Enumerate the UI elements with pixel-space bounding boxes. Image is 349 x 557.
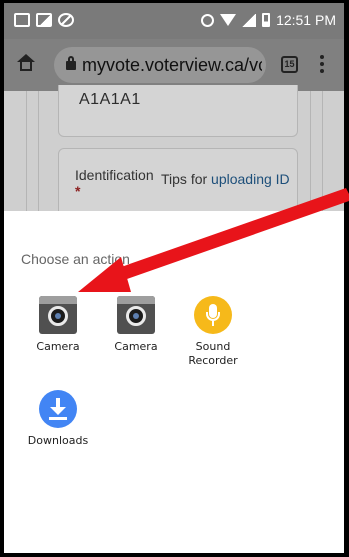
phone-screen: 12:51 PM myvote.voterview.ca/vc 15 A1A1A… — [4, 3, 344, 553]
mail-icon — [14, 13, 30, 27]
screenshot-frame: 12:51 PM myvote.voterview.ca/vc 15 A1A1A… — [0, 0, 349, 557]
identification-label: Identification — [75, 167, 154, 183]
url-text: myvote.voterview.ca/vc — [82, 55, 262, 75]
image-icon — [36, 13, 52, 27]
action-camera-1[interactable]: Camera — [20, 296, 96, 354]
divider — [38, 91, 39, 211]
action-camera-2[interactable]: Camera — [98, 296, 174, 354]
tab-switcher-button[interactable]: 15 — [281, 56, 298, 73]
postal-code-field[interactable]: A1A1A1 — [58, 85, 298, 137]
action-label: Sound Recorder — [188, 340, 238, 367]
required-mark: * — [75, 183, 81, 199]
page-content: A1A1A1 Identification * Tips for uploadi… — [4, 85, 344, 218]
wifi-icon — [220, 14, 237, 26]
postal-code-value: A1A1A1 — [79, 91, 141, 108]
tips-prefix: Tips for — [161, 171, 208, 187]
alarm-icon — [201, 13, 215, 27]
lock-icon — [66, 56, 76, 70]
system-icons: 12:51 PM — [201, 12, 336, 28]
action-label: Camera — [36, 340, 80, 353]
microphone-icon — [194, 296, 232, 334]
battery-icon — [262, 13, 271, 27]
block-icon — [58, 13, 74, 27]
action-sound-recorder[interactable]: Sound Recorder — [175, 296, 251, 368]
divider — [322, 91, 323, 211]
action-label: Camera — [114, 340, 158, 353]
sheet-title: Choose an action — [21, 251, 130, 267]
url-bar[interactable]: myvote.voterview.ca/vc — [54, 47, 266, 83]
camera-icon — [117, 296, 155, 334]
divider — [310, 91, 311, 211]
status-bar: 12:51 PM — [4, 3, 344, 39]
signal-icon — [242, 13, 257, 27]
download-icon — [39, 390, 77, 428]
home-icon[interactable] — [17, 54, 35, 72]
upload-tips: Tips for uploading ID — [161, 169, 291, 189]
browser-toolbar: myvote.voterview.ca/vc 15 — [4, 39, 344, 91]
action-downloads[interactable]: Downloads — [20, 390, 96, 448]
camera-icon — [39, 296, 77, 334]
divider — [26, 91, 27, 211]
action-label: Downloads — [27, 434, 89, 447]
identification-section: Identification * Tips for uploading ID — [58, 148, 298, 218]
more-vert-icon[interactable] — [320, 55, 324, 75]
choose-action-sheet: Choose an action Camera Camera Sound Rec… — [4, 211, 344, 553]
uploading-id-link[interactable]: uploading ID — [211, 171, 290, 187]
clock: 12:51 PM — [276, 12, 336, 28]
notification-icons — [14, 13, 74, 27]
